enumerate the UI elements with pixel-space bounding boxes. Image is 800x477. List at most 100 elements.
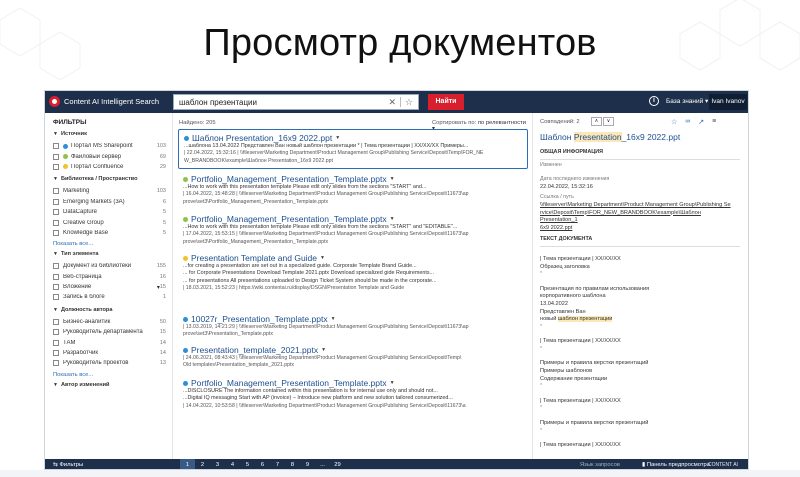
result-title-text[interactable]: Presentation Template and Guide bbox=[191, 253, 317, 263]
app-brand[interactable]: Content AI Intelligent Search bbox=[49, 96, 159, 107]
link-icon[interactable]: ∞ bbox=[685, 118, 690, 126]
prev-match-button[interactable]: ∧ bbox=[591, 117, 602, 126]
next-match-button[interactable]: ∨ bbox=[603, 117, 614, 126]
filters-toggle[interactable]: ⇆ Фильтры bbox=[53, 462, 83, 468]
result-item[interactable]: Portfolio_Management_Presentation_Templa… bbox=[178, 171, 528, 209]
checkbox[interactable] bbox=[53, 219, 59, 226]
result-title[interactable]: Шаблон Presentation_16x9 2022.ppt ▼ bbox=[184, 133, 522, 143]
filter-option[interactable]: Файловый сервер 69 bbox=[53, 151, 166, 161]
chevron-down-icon[interactable]: ▼ bbox=[390, 176, 395, 182]
filter-option[interactable]: Веб-страница 16 bbox=[53, 272, 166, 282]
filter-option[interactable]: Creative Group 5 bbox=[53, 217, 166, 227]
chevron-down-icon[interactable]: ▼ bbox=[320, 255, 325, 261]
result-title[interactable]: Portfolio_Management_Presentation_Templa… bbox=[183, 378, 523, 388]
page-button[interactable]: 9 bbox=[300, 459, 315, 469]
result-item[interactable]: Portfolio_Management_Presentation_Templa… bbox=[178, 375, 528, 413]
filter-option[interactable]: Руководитель проектов 13 bbox=[53, 358, 166, 368]
link-path-line[interactable]: 6x9 2022.ppt bbox=[540, 225, 740, 233]
checkbox[interactable] bbox=[53, 198, 59, 205]
filter-option[interactable]: Портал MS Sharepoint 103 bbox=[53, 141, 166, 151]
user-menu[interactable]: Ivan Ivanov bbox=[709, 94, 747, 110]
result-title-text[interactable]: Portfolio_Management_Presentation_Templa… bbox=[191, 174, 387, 184]
clear-icon[interactable]: ✕ bbox=[388, 97, 396, 108]
chevron-down-icon[interactable]: ▼ bbox=[390, 380, 395, 386]
filter-option[interactable]: Knowledge Base 5 bbox=[53, 228, 166, 238]
result-item[interactable]: Portfolio_Management_Presentation_Templa… bbox=[178, 211, 528, 249]
page-button[interactable]: 8 bbox=[285, 459, 300, 469]
result-title[interactable]: 10027r_Presentation_Template.pptx ▼ bbox=[183, 314, 523, 324]
page-button[interactable]: 1 bbox=[180, 459, 195, 469]
checkbox[interactable] bbox=[53, 153, 59, 160]
element-type-filter-heading[interactable]: ▼ Тип элемента bbox=[53, 251, 166, 257]
change-author-filter-heading[interactable]: ▼ Автор изменений bbox=[53, 382, 166, 388]
checkbox[interactable] bbox=[53, 284, 59, 291]
checkbox[interactable] bbox=[53, 294, 59, 301]
favorite-icon[interactable]: ☆ bbox=[671, 118, 677, 126]
result-title-text[interactable]: Portfolio_Management_Presentation_Templa… bbox=[191, 378, 387, 388]
info-icon[interactable]: i bbox=[649, 96, 659, 106]
checkbox[interactable] bbox=[53, 329, 59, 336]
query-language-toggle[interactable]: Язык запросов bbox=[580, 462, 620, 468]
filter-option[interactable]: Запись в блоге 1 bbox=[53, 292, 166, 302]
checkbox[interactable] bbox=[53, 360, 59, 367]
chevron-down-icon[interactable]: ▼ bbox=[321, 347, 326, 353]
filter-option[interactable]: Разработчик 14 bbox=[53, 348, 166, 358]
preview-doc-title[interactable]: Шаблон Presentation_16x9 2022.ppt bbox=[540, 132, 680, 142]
author-position-filter-heading[interactable]: ▼ Должность автора bbox=[53, 307, 166, 313]
checkbox[interactable] bbox=[53, 188, 59, 195]
result-title-text[interactable]: 10027r_Presentation_Template.pptx bbox=[191, 314, 328, 324]
checkbox[interactable] bbox=[53, 350, 59, 357]
result-title[interactable]: Presentation_template_2021.pptx ▼ bbox=[183, 345, 523, 355]
filter-option[interactable]: Marketing 103 bbox=[53, 186, 166, 196]
checkbox[interactable] bbox=[53, 263, 59, 270]
filter-option[interactable]: DataCapture 5 bbox=[53, 207, 166, 217]
checkbox[interactable] bbox=[53, 143, 59, 150]
checkbox[interactable] bbox=[53, 318, 59, 325]
result-title[interactable]: Presentation Template and Guide ▼ bbox=[183, 253, 523, 263]
filter-option[interactable]: Документ из библиотеки 155 bbox=[53, 261, 166, 271]
menu-icon[interactable]: ≡ bbox=[712, 118, 716, 126]
chevron-down-icon[interactable]: ▼ bbox=[331, 316, 336, 322]
checkbox[interactable] bbox=[53, 163, 59, 170]
source-filter-heading[interactable]: ▼ Источник bbox=[53, 131, 166, 137]
checkbox[interactable] bbox=[53, 273, 59, 280]
page-button[interactable]: 29 bbox=[330, 459, 345, 469]
chevron-down-icon[interactable]: ▼ bbox=[335, 135, 340, 141]
result-item[interactable]: Presentation Template and Guide ▼ ...for c… bbox=[178, 250, 528, 295]
page-button[interactable]: 3 bbox=[210, 459, 225, 469]
library-filter-heading[interactable]: ▼ Библиотека / Пространство bbox=[53, 176, 166, 182]
link-path-line[interactable]: rvice\Deposit\Temp\FOR_NEW_BRANDBOOK\exa… bbox=[540, 210, 740, 225]
result-title[interactable]: Portfolio_Management_Presentation_Templa… bbox=[183, 214, 523, 224]
result-item[interactable]: Шаблон Presentation_16x9 2022.ppt ▼ ...шаб… bbox=[178, 129, 528, 169]
filter-option[interactable]: Emerging Markets (3A) 6 bbox=[53, 197, 166, 207]
filter-option[interactable]: Вложение ▾ 15 bbox=[53, 282, 166, 292]
result-title[interactable]: Portfolio_Management_Presentation_Templa… bbox=[183, 174, 523, 184]
author-show-all-link[interactable]: Показать все... bbox=[53, 372, 166, 378]
chevron-down-icon[interactable]: ▼ bbox=[390, 216, 395, 222]
page-button[interactable]: 2 bbox=[195, 459, 210, 469]
link-path-line[interactable]: \\fileserver\Marketing Department\Produc… bbox=[540, 202, 740, 210]
search-input[interactable]: шаблон презентации ✕ ☆ bbox=[173, 94, 419, 110]
result-title-text[interactable]: Шаблон Presentation_16x9 2022.ppt bbox=[192, 133, 332, 143]
star-icon[interactable]: ☆ bbox=[405, 97, 413, 108]
result-item[interactable]: Presentation_template_2021.pptx ▼ | 24.06.… bbox=[178, 342, 528, 373]
page-button[interactable]: 7 bbox=[270, 459, 285, 469]
checkbox[interactable] bbox=[53, 209, 59, 216]
knowledge-base-select[interactable]: База знаний ▾ bbox=[666, 97, 708, 105]
filter-option[interactable]: Портал Confluence 29 bbox=[53, 162, 166, 172]
library-show-all-link[interactable]: Показать все... bbox=[53, 241, 166, 247]
find-button[interactable]: Найти bbox=[428, 94, 464, 110]
result-item[interactable]: 10027r_Presentation_Template.pptx ▼ | 13.0… bbox=[178, 311, 528, 342]
page-button[interactable]: 5 bbox=[240, 459, 255, 469]
link-path[interactable]: \\fileserver\Marketing Department\Produc… bbox=[540, 202, 740, 232]
filter-option[interactable]: ТАМ 14 bbox=[53, 337, 166, 347]
open-external-icon[interactable]: ↗ bbox=[698, 118, 704, 126]
preview-panel-toggle[interactable]: ▮ Панель предпросмотра bbox=[642, 462, 710, 468]
filter-option[interactable]: Руководитель департамента 15 bbox=[53, 327, 166, 337]
result-title-text[interactable]: Presentation_template_2021.pptx bbox=[191, 345, 318, 355]
filter-option[interactable]: Бизнес-аналитик 50 bbox=[53, 317, 166, 327]
checkbox[interactable] bbox=[53, 229, 59, 236]
page-button[interactable]: 4 bbox=[225, 459, 240, 469]
page-button[interactable]: 6 bbox=[255, 459, 270, 469]
checkbox[interactable] bbox=[53, 339, 59, 346]
